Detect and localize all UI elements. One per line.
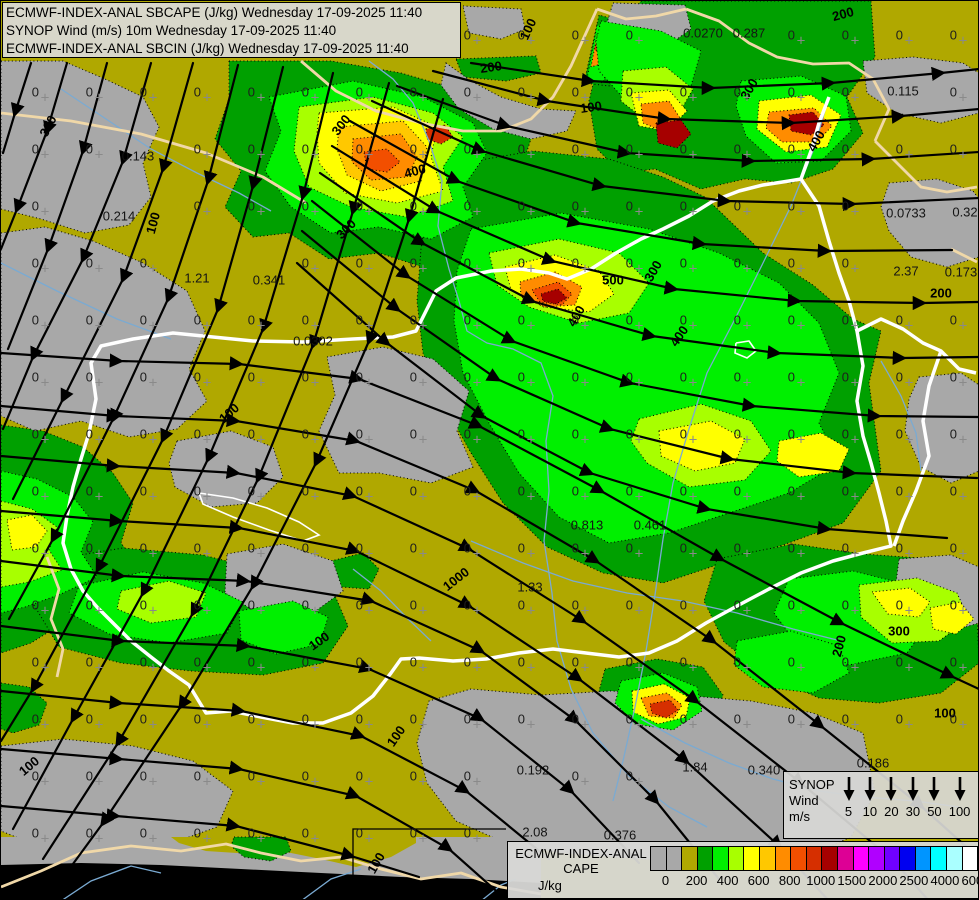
- cape-legend-title-line2: CAPE: [512, 861, 650, 876]
- map-canvas: [1, 1, 979, 900]
- wind-arrow-down-icon: [906, 776, 920, 802]
- cape-swatch-18: [931, 847, 947, 870]
- title-line-3: ECMWF-INDEX-ANAL SBCIN (J/kg) Wednesday …: [6, 40, 460, 58]
- cape-swatch-20: [963, 847, 978, 870]
- wind-speed-cell: 10: [863, 776, 877, 819]
- wind-speed-cell: 100: [949, 776, 971, 819]
- cape-tick-label: 4000: [930, 873, 959, 888]
- cape-swatch-3: [698, 847, 714, 870]
- cape-tick-row: 0 200 400 600 800 100015002000250040006000: [650, 871, 976, 889]
- cape-swatch-15: [885, 847, 901, 870]
- cape-swatch-11: [822, 847, 838, 870]
- cape-tick-label: 6000: [962, 873, 979, 888]
- cape-tick-label: 600: [748, 873, 770, 888]
- cape-tick-label: 400: [717, 873, 739, 888]
- cape-tick-label: 0: [662, 873, 669, 888]
- wind-arrow-down-icon: [842, 776, 856, 802]
- weather-map-screen: 0.1430.2141.210.3410.03020.02700.2870.11…: [0, 0, 979, 900]
- synop-wind-legend: SYNOPWindm/s 5 10 20 30 50 100: [783, 771, 979, 839]
- cape-swatch-16: [900, 847, 916, 870]
- wind-speed-cell: 50: [927, 776, 941, 819]
- cape-swatch-2: [682, 847, 698, 870]
- cape-tick-label: 1500: [837, 873, 866, 888]
- synop-label-line-3: m/s: [789, 809, 838, 825]
- cape-swatch-6: [744, 847, 760, 870]
- cape-swatch-19: [947, 847, 963, 870]
- bottom-strip: [1, 837, 541, 900]
- cape-swatch-7: [760, 847, 776, 870]
- synop-label-line-2: Wind: [789, 793, 838, 809]
- cape-swatch-5: [729, 847, 745, 870]
- wind-speed-label: 5: [845, 804, 852, 819]
- cape-swatch-0: [651, 847, 667, 870]
- cape-swatch-4: [713, 847, 729, 870]
- cape-swatch-1: [667, 847, 683, 870]
- synop-arrow-scale: 5 10 20 30 50 100: [838, 772, 978, 838]
- title-line-2: SYNOP Wind (m/s) 10m Wednesday 17-09-202…: [6, 22, 460, 40]
- cape-swatch-8: [776, 847, 792, 870]
- synop-legend-label: SYNOPWindm/s: [784, 772, 838, 838]
- wind-speed-label: 30: [906, 804, 920, 819]
- wind-speed-label: 20: [884, 804, 898, 819]
- synop-label-line-1: SYNOP: [789, 777, 838, 793]
- cape-legend-title-line1: ECMWF-INDEX-ANAL: [512, 846, 650, 861]
- cape-tick-label: 2000: [868, 873, 897, 888]
- cape-legend-unit: J/kg: [538, 878, 562, 893]
- cape-legend-title: ECMWF-INDEX-ANAL CAPE: [512, 846, 650, 876]
- cape-swatch-strip: [650, 846, 978, 871]
- wind-arrow-down-icon: [863, 776, 877, 802]
- cape-swatch-12: [838, 847, 854, 870]
- cape-tick-label: 800: [779, 873, 801, 888]
- wind-arrow-down-icon: [953, 776, 967, 802]
- cape-color-legend: ECMWF-INDEX-ANAL CAPE J/kg 0 200 400 600 800…: [507, 841, 979, 899]
- cape-swatch-14: [869, 847, 885, 870]
- wind-speed-label: 10: [863, 804, 877, 819]
- analysis-title-box: ECMWF-INDEX-ANAL SBCAPE (J/kg) Wednesday…: [2, 2, 461, 58]
- cape-swatch-13: [854, 847, 870, 870]
- cape-tick-label: 200: [686, 873, 708, 888]
- wind-speed-cell: 30: [906, 776, 920, 819]
- cape-swatch-9: [791, 847, 807, 870]
- wind-arrow-down-icon: [884, 776, 898, 802]
- wind-speed-cell: 5: [842, 776, 856, 819]
- title-line-1: ECMWF-INDEX-ANAL SBCAPE (J/kg) Wednesday…: [6, 4, 460, 22]
- cape-tick-label: 1000: [806, 873, 835, 888]
- wind-speed-cell: 20: [884, 776, 898, 819]
- wind-speed-label: 100: [949, 804, 971, 819]
- wind-speed-label: 50: [927, 804, 941, 819]
- wind-arrow-down-icon: [927, 776, 941, 802]
- cape-tick-label: 2500: [899, 873, 928, 888]
- cape-swatch-10: [807, 847, 823, 870]
- cape-swatch-17: [916, 847, 932, 870]
